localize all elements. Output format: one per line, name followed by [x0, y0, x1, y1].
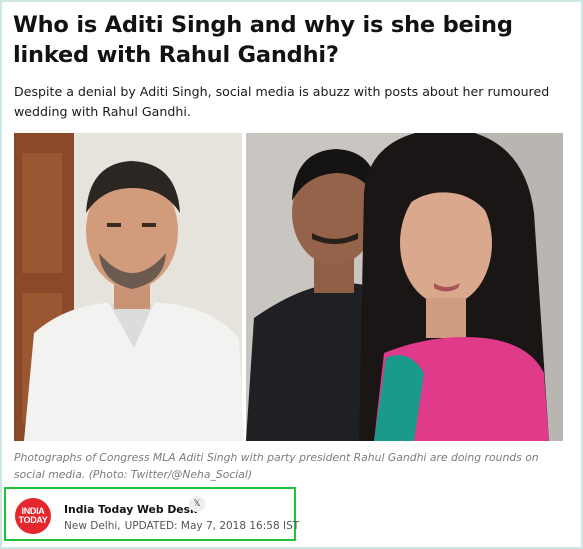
logo-text-line-2: TODAY — [18, 515, 48, 525]
dateline-location: New Delhi, — [64, 520, 121, 532]
article-summary: Despite a denial by Aditi Singh, social … — [14, 84, 550, 119]
author-name[interactable]: India Today Web Desk — [64, 503, 197, 516]
article-headline[interactable]: Who is Aditi Singh and why is she being … — [13, 10, 565, 70]
updated-timestamp: UPDATED: May 7, 2018 16:58 IST — [124, 520, 300, 532]
article-photo[interactable] — [14, 133, 563, 441]
photo-caption: Photographs of Congress MLA Aditi Singh … — [14, 451, 539, 481]
india-today-logo[interactable]: INDIA TODAY — [15, 498, 51, 534]
byline-meta: New Delhi, UPDATED: May 7, 2018 16:58 IST — [64, 520, 299, 532]
byline: INDIA TODAY India Today Web Desk 𝕏 New D… — [4, 487, 299, 541]
x-icon[interactable]: 𝕏 — [189, 496, 205, 512]
article-photo-image — [14, 133, 563, 441]
